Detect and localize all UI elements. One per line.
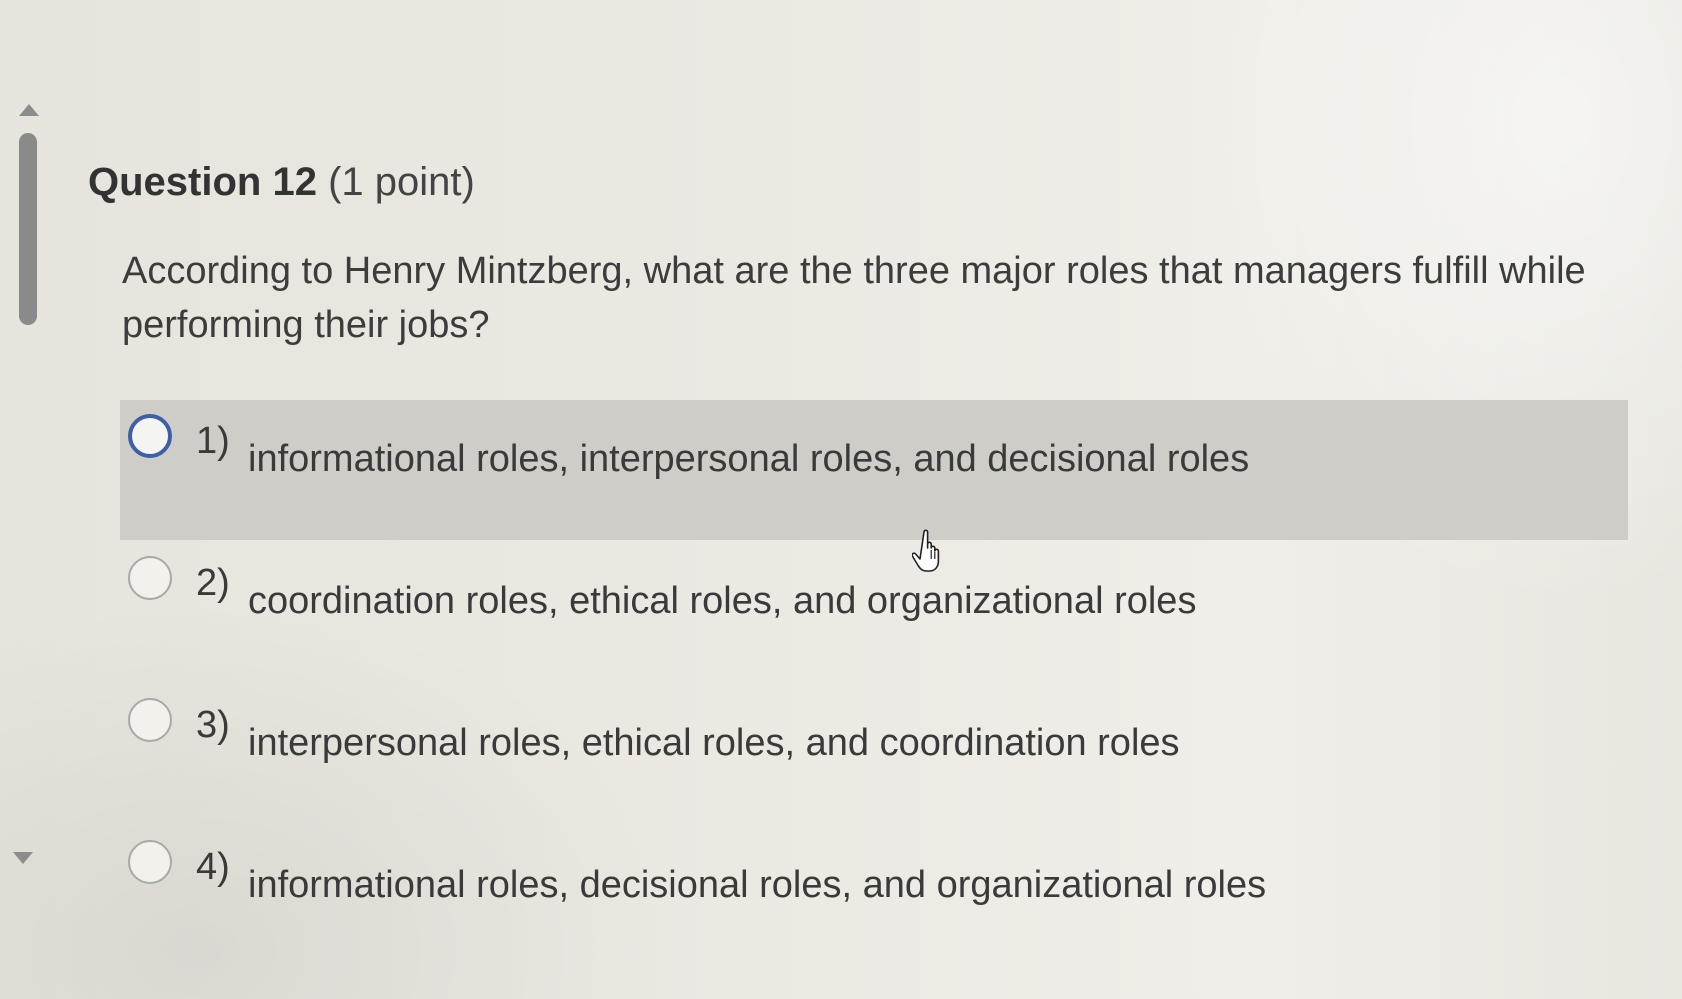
- question-points: (1 point): [328, 160, 475, 204]
- option-4[interactable]: 4) informational roles, decisional roles…: [120, 826, 1628, 966]
- option-number: 4): [196, 846, 230, 888]
- option-number: 1): [196, 420, 230, 462]
- option-2[interactable]: 2) coordination roles, ethical roles, an…: [120, 542, 1628, 682]
- question-header: Question 12 (1 point): [88, 160, 475, 205]
- option-label[interactable]: coordination roles, ethical roles, and o…: [248, 580, 1196, 623]
- option-label[interactable]: interpersonal roles, ethical roles, and …: [248, 722, 1180, 765]
- option-number: 3): [196, 704, 230, 746]
- option-1[interactable]: 1) informational roles, interpersonal ro…: [120, 400, 1628, 540]
- option-label[interactable]: informational roles, decisional roles, a…: [248, 864, 1266, 907]
- radio-button-option-1[interactable]: [128, 414, 172, 458]
- radio-button-option-4[interactable]: [128, 840, 172, 884]
- answer-options: 1) informational roles, interpersonal ro…: [120, 400, 1628, 968]
- option-label[interactable]: informational roles, interpersonal roles…: [248, 438, 1249, 481]
- option-number: 2): [196, 562, 230, 604]
- scrollbar-thumb[interactable]: [19, 133, 37, 325]
- question-text: According to Henry Mintzberg, what are t…: [122, 250, 1586, 346]
- scroll-down-icon[interactable]: [13, 852, 33, 864]
- scroll-up-icon[interactable]: [19, 104, 39, 116]
- radio-button-option-2[interactable]: [128, 556, 172, 600]
- question-number: Question 12: [88, 160, 317, 204]
- option-3[interactable]: 3) interpersonal roles, ethical roles, a…: [120, 684, 1628, 824]
- radio-button-option-3[interactable]: [128, 698, 172, 742]
- hand-pointer-icon: [912, 529, 940, 572]
